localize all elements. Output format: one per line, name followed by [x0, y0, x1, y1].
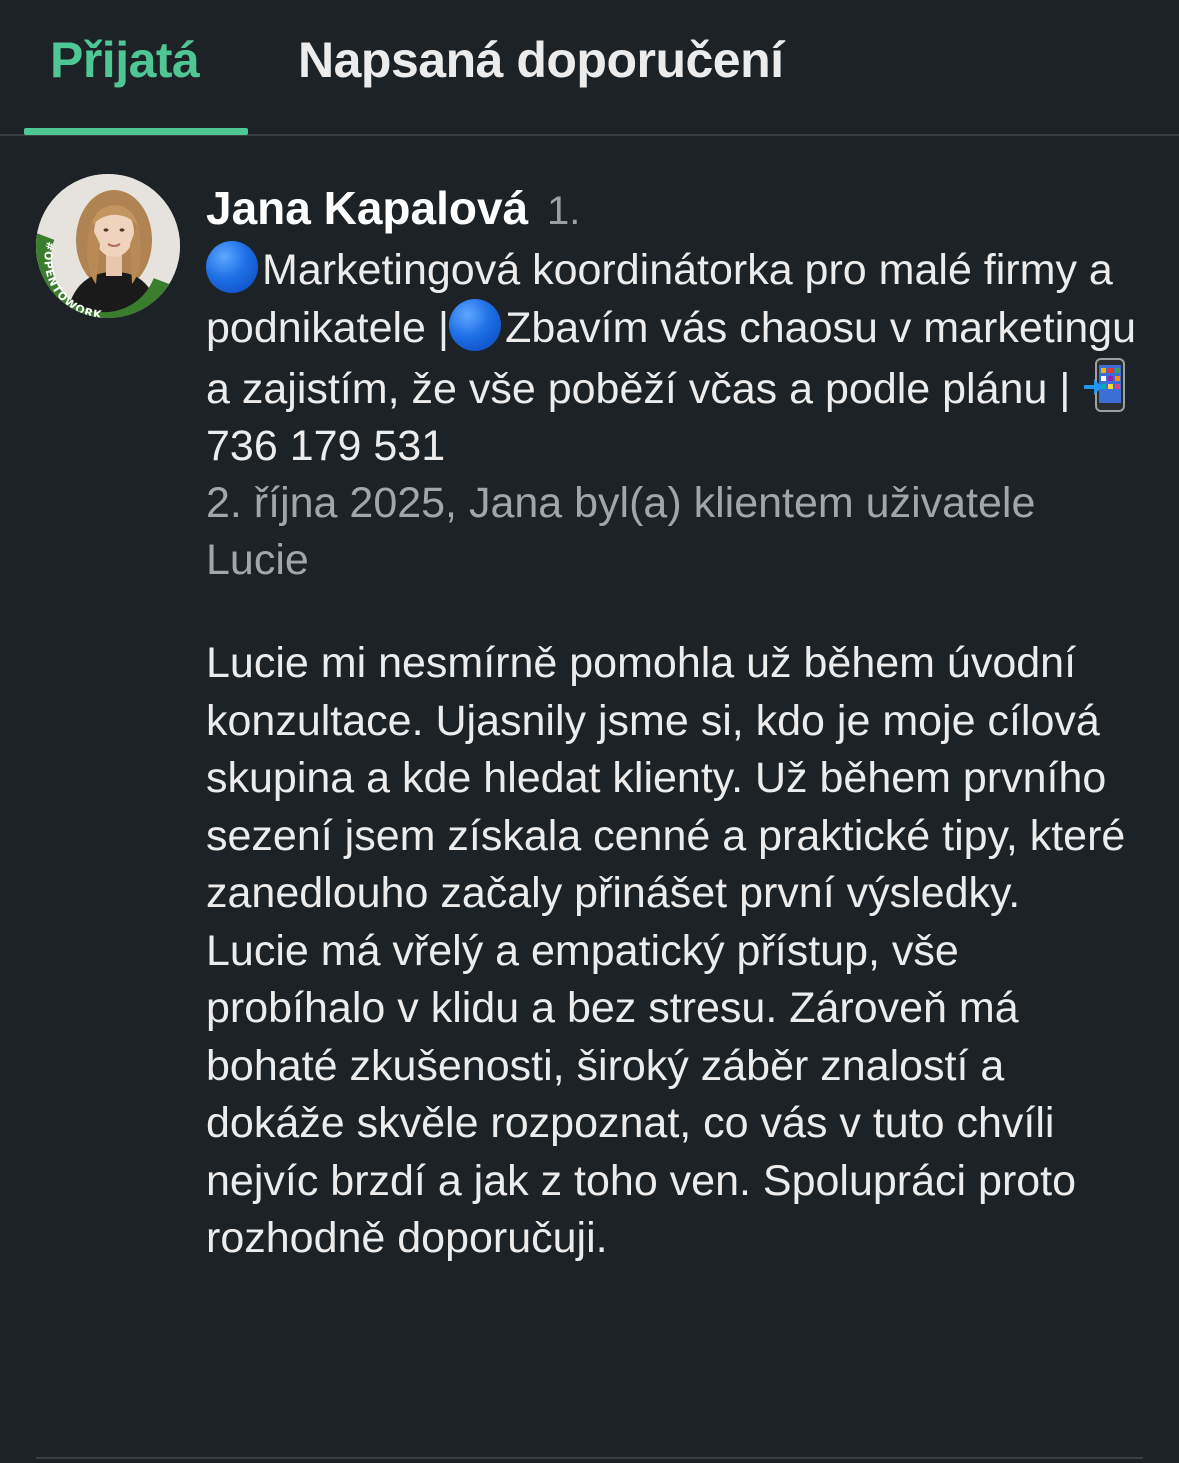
- active-tab-indicator: [24, 128, 248, 135]
- divider: [36, 1457, 1143, 1459]
- blue-circle-icon: [449, 299, 502, 351]
- connection-degree: 1.: [546, 189, 581, 233]
- recommendation-card: Jana Kapalová 1. Marketingová koordináto…: [206, 180, 1146, 1268]
- recommendation-text: Lucie mi nesmírně pomohla už během úvodn…: [206, 639, 1126, 1262]
- author-headline: Marketingová koordinátorka pro malé firm…: [206, 241, 1146, 475]
- author-name[interactable]: Jana Kapalová: [206, 182, 528, 234]
- headline-phone-number: 736 179 531: [206, 422, 446, 470]
- tab-bar: Přijatá Napsaná doporučení: [0, 0, 1179, 136]
- blue-circle-icon: [206, 241, 258, 293]
- recommendation-meta: 2. října 2025, Jana byl(a) klientem uživ…: [206, 479, 1036, 584]
- tab-written-recommendations[interactable]: Napsaná doporučení: [298, 30, 784, 90]
- avatar-photo: #OPENTOWORK: [36, 174, 180, 318]
- avatar[interactable]: #OPENTOWORK: [36, 174, 180, 318]
- mobile-phone-arrow-icon: [1084, 357, 1128, 413]
- tab-received[interactable]: Přijatá: [50, 30, 200, 90]
